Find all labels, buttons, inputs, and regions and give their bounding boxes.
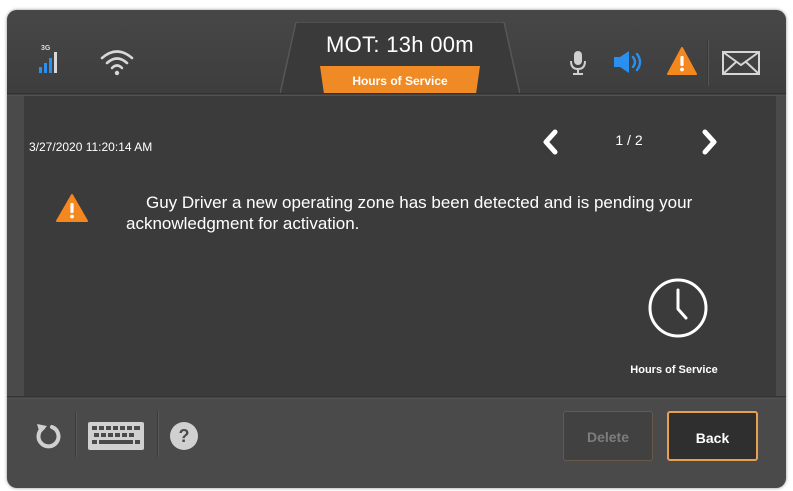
keyboard-button[interactable]: [87, 421, 145, 456]
refresh-button[interactable]: [34, 422, 62, 455]
message-timestamp: 3/27/2020 11:20:14 AM: [29, 140, 153, 154]
back-button[interactable]: Back: [667, 411, 758, 461]
refresh-icon: [36, 424, 61, 449]
help-icon: ?: [170, 422, 198, 450]
toolbar-divider: [75, 411, 77, 457]
bottom-toolbar: ? Delete Back: [7, 399, 786, 488]
keyboard-icon: [88, 422, 144, 450]
device-screen: 3G MOT: 13h 00m Hours of Service 3/27/20…: [7, 10, 786, 488]
speaker-icon[interactable]: [612, 49, 646, 80]
signal-3g-icon: 3G: [35, 45, 65, 75]
message-alert-icon: [56, 194, 88, 227]
microphone-icon[interactable]: [569, 50, 587, 81]
network-type-label: 3G: [41, 45, 51, 52]
hours-of-service-panel[interactable]: MOT: 13h 00m Hours of Service: [280, 22, 520, 94]
chevron-left-icon: [543, 129, 558, 155]
message-source-label: Hours of Service: [630, 364, 718, 376]
svg-text:?: ?: [179, 426, 190, 446]
next-message-button[interactable]: [698, 129, 720, 155]
wifi-icon: [100, 48, 134, 81]
top-status-bar: 3G MOT: 13h 00m Hours of Service: [7, 10, 786, 96]
alert-icon[interactable]: [667, 47, 697, 80]
mail-icon[interactable]: [722, 51, 760, 80]
toolbar-divider: [157, 411, 159, 457]
page-indicator: 1 / 2: [615, 132, 643, 148]
hours-of-service-tab[interactable]: Hours of Service: [280, 74, 520, 88]
chevron-right-icon: [702, 129, 717, 155]
delete-button[interactable]: Delete: [563, 411, 653, 461]
message-text: Guy Driver a new operating zone has been…: [126, 193, 693, 233]
message-panel: 3/27/2020 11:20:14 AM 1 / 2 Guy Driver a…: [24, 96, 776, 396]
help-button[interactable]: ?: [169, 421, 199, 456]
clock-icon: [646, 276, 710, 345]
mot-remaining-time: MOT: 13h 00m: [326, 32, 474, 57]
status-divider: [707, 40, 709, 86]
previous-message-button[interactable]: [540, 129, 562, 155]
